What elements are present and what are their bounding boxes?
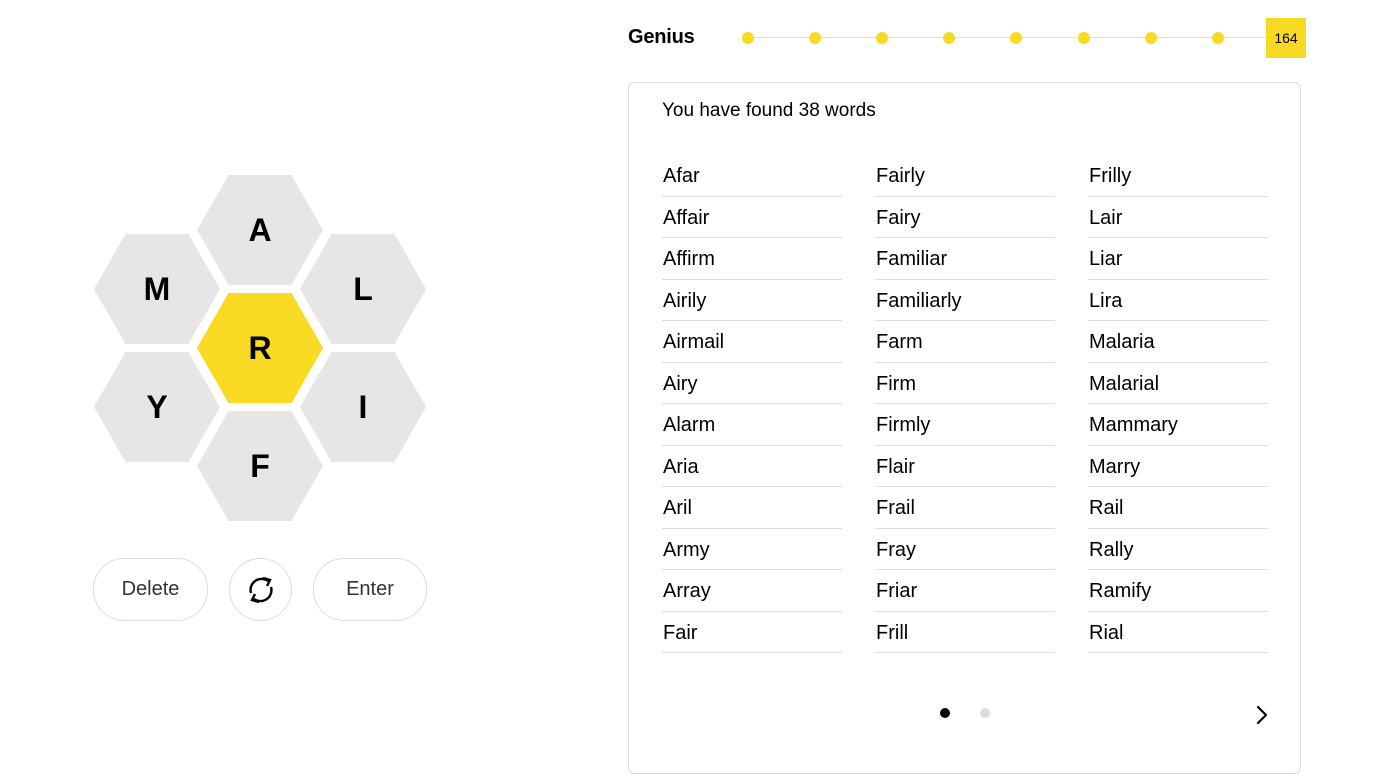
word-item: Marry: [1088, 447, 1268, 487]
progress-dot: [876, 32, 889, 44]
shuffle-button[interactable]: [229, 558, 292, 621]
hive-letter: Y: [146, 389, 168, 425]
word-item: Fair: [662, 613, 842, 653]
hive-cell-upper-right[interactable]: L: [300, 234, 426, 344]
word-item: Rial: [1088, 613, 1268, 653]
word-item: Affair: [662, 198, 842, 238]
hive-letter: R: [248, 330, 272, 366]
word-item: Airmail: [662, 322, 842, 363]
progress-dot: [1010, 32, 1023, 44]
page-dot-2[interactable]: [980, 708, 990, 718]
word-item: Aria: [662, 447, 842, 487]
chevron-right-icon[interactable]: [1247, 700, 1277, 730]
word-item: Frill: [875, 613, 1055, 653]
word-item: Lair: [1088, 198, 1268, 238]
hive-cell-bottom[interactable]: F: [197, 411, 323, 521]
progress-dot: [943, 32, 956, 44]
score-badge: 164: [1266, 18, 1306, 58]
page-dot-1[interactable]: [940, 708, 950, 718]
word-item: Fairy: [875, 198, 1055, 238]
delete-button[interactable]: Delete: [93, 558, 208, 621]
word-item: Firm: [875, 364, 1055, 404]
word-item: Familiar: [875, 239, 1055, 280]
word-item: Mammary: [1088, 405, 1268, 446]
hive-letter: F: [250, 448, 270, 484]
word-item: Firmly: [875, 405, 1055, 446]
word-list-panel: You have found 38 words Afar Affair Affirm…: [628, 82, 1301, 774]
word-item: Farm: [875, 322, 1055, 363]
word-item: Flair: [875, 447, 1055, 487]
rank-label: Genius: [628, 26, 695, 48]
hive-cell-center[interactable]: R: [197, 293, 323, 403]
word-item: Malaria: [1088, 322, 1268, 363]
word-item: Affirm: [662, 239, 842, 280]
word-item: Frail: [875, 488, 1055, 529]
hive-cell-upper-left[interactable]: M: [94, 234, 220, 344]
word-item: Fray: [875, 530, 1055, 570]
word-item: Friar: [875, 571, 1055, 612]
hive-actions: Delete Enter: [93, 558, 427, 621]
progress-dot: [809, 32, 822, 44]
progress-dot: [1077, 32, 1090, 44]
word-item: Airily: [662, 281, 842, 321]
word-item: Array: [662, 571, 842, 612]
word-item: Fairly: [875, 156, 1055, 197]
word-item: Rally: [1088, 530, 1268, 570]
word-item: Familiarly: [875, 281, 1055, 321]
progress-dot: [1144, 32, 1157, 44]
hive-letter: I: [358, 389, 368, 425]
word-column-3: Frilly Lair Liar Lira Malaria Malarial Mammary…: [1088, 156, 1268, 654]
word-item: Lira: [1088, 281, 1268, 321]
word-item: Afar: [662, 156, 842, 197]
hive: A M L R Y I F: [94, 175, 426, 523]
word-item: Airy: [662, 364, 842, 404]
progress-bar[interactable]: 164: [740, 18, 1306, 58]
word-item: Malarial: [1088, 364, 1268, 404]
hive-cell-lower-left[interactable]: Y: [94, 352, 220, 462]
word-item: Alarm: [662, 405, 842, 446]
hive-cell-top[interactable]: A: [197, 175, 323, 285]
word-column-2: Fairly Fairy Familiar Familiarly Farm Firm Fir…: [875, 156, 1055, 654]
hive-letter: A: [248, 212, 272, 248]
pagination-dots: [940, 708, 990, 720]
word-item: Army: [662, 530, 842, 570]
word-item: Rail: [1088, 488, 1268, 529]
word-item: Liar: [1088, 239, 1268, 280]
word-column-1: Afar Affair Affirm Airily Airmail Airy Alarm Ar…: [662, 156, 842, 654]
shuffle-icon: [248, 576, 273, 603]
enter-button[interactable]: Enter: [313, 558, 427, 621]
progress-dot: [1211, 32, 1224, 44]
progress-dot: [742, 32, 754, 44]
hive-cell-lower-right[interactable]: I: [300, 352, 426, 462]
word-item: Ramify: [1088, 571, 1268, 612]
found-count-text: You have found 38 words: [662, 100, 876, 121]
hive-letter: L: [353, 271, 373, 307]
word-item: Aril: [662, 488, 842, 529]
hive-letter: M: [143, 271, 171, 307]
word-item: Frilly: [1088, 156, 1268, 197]
